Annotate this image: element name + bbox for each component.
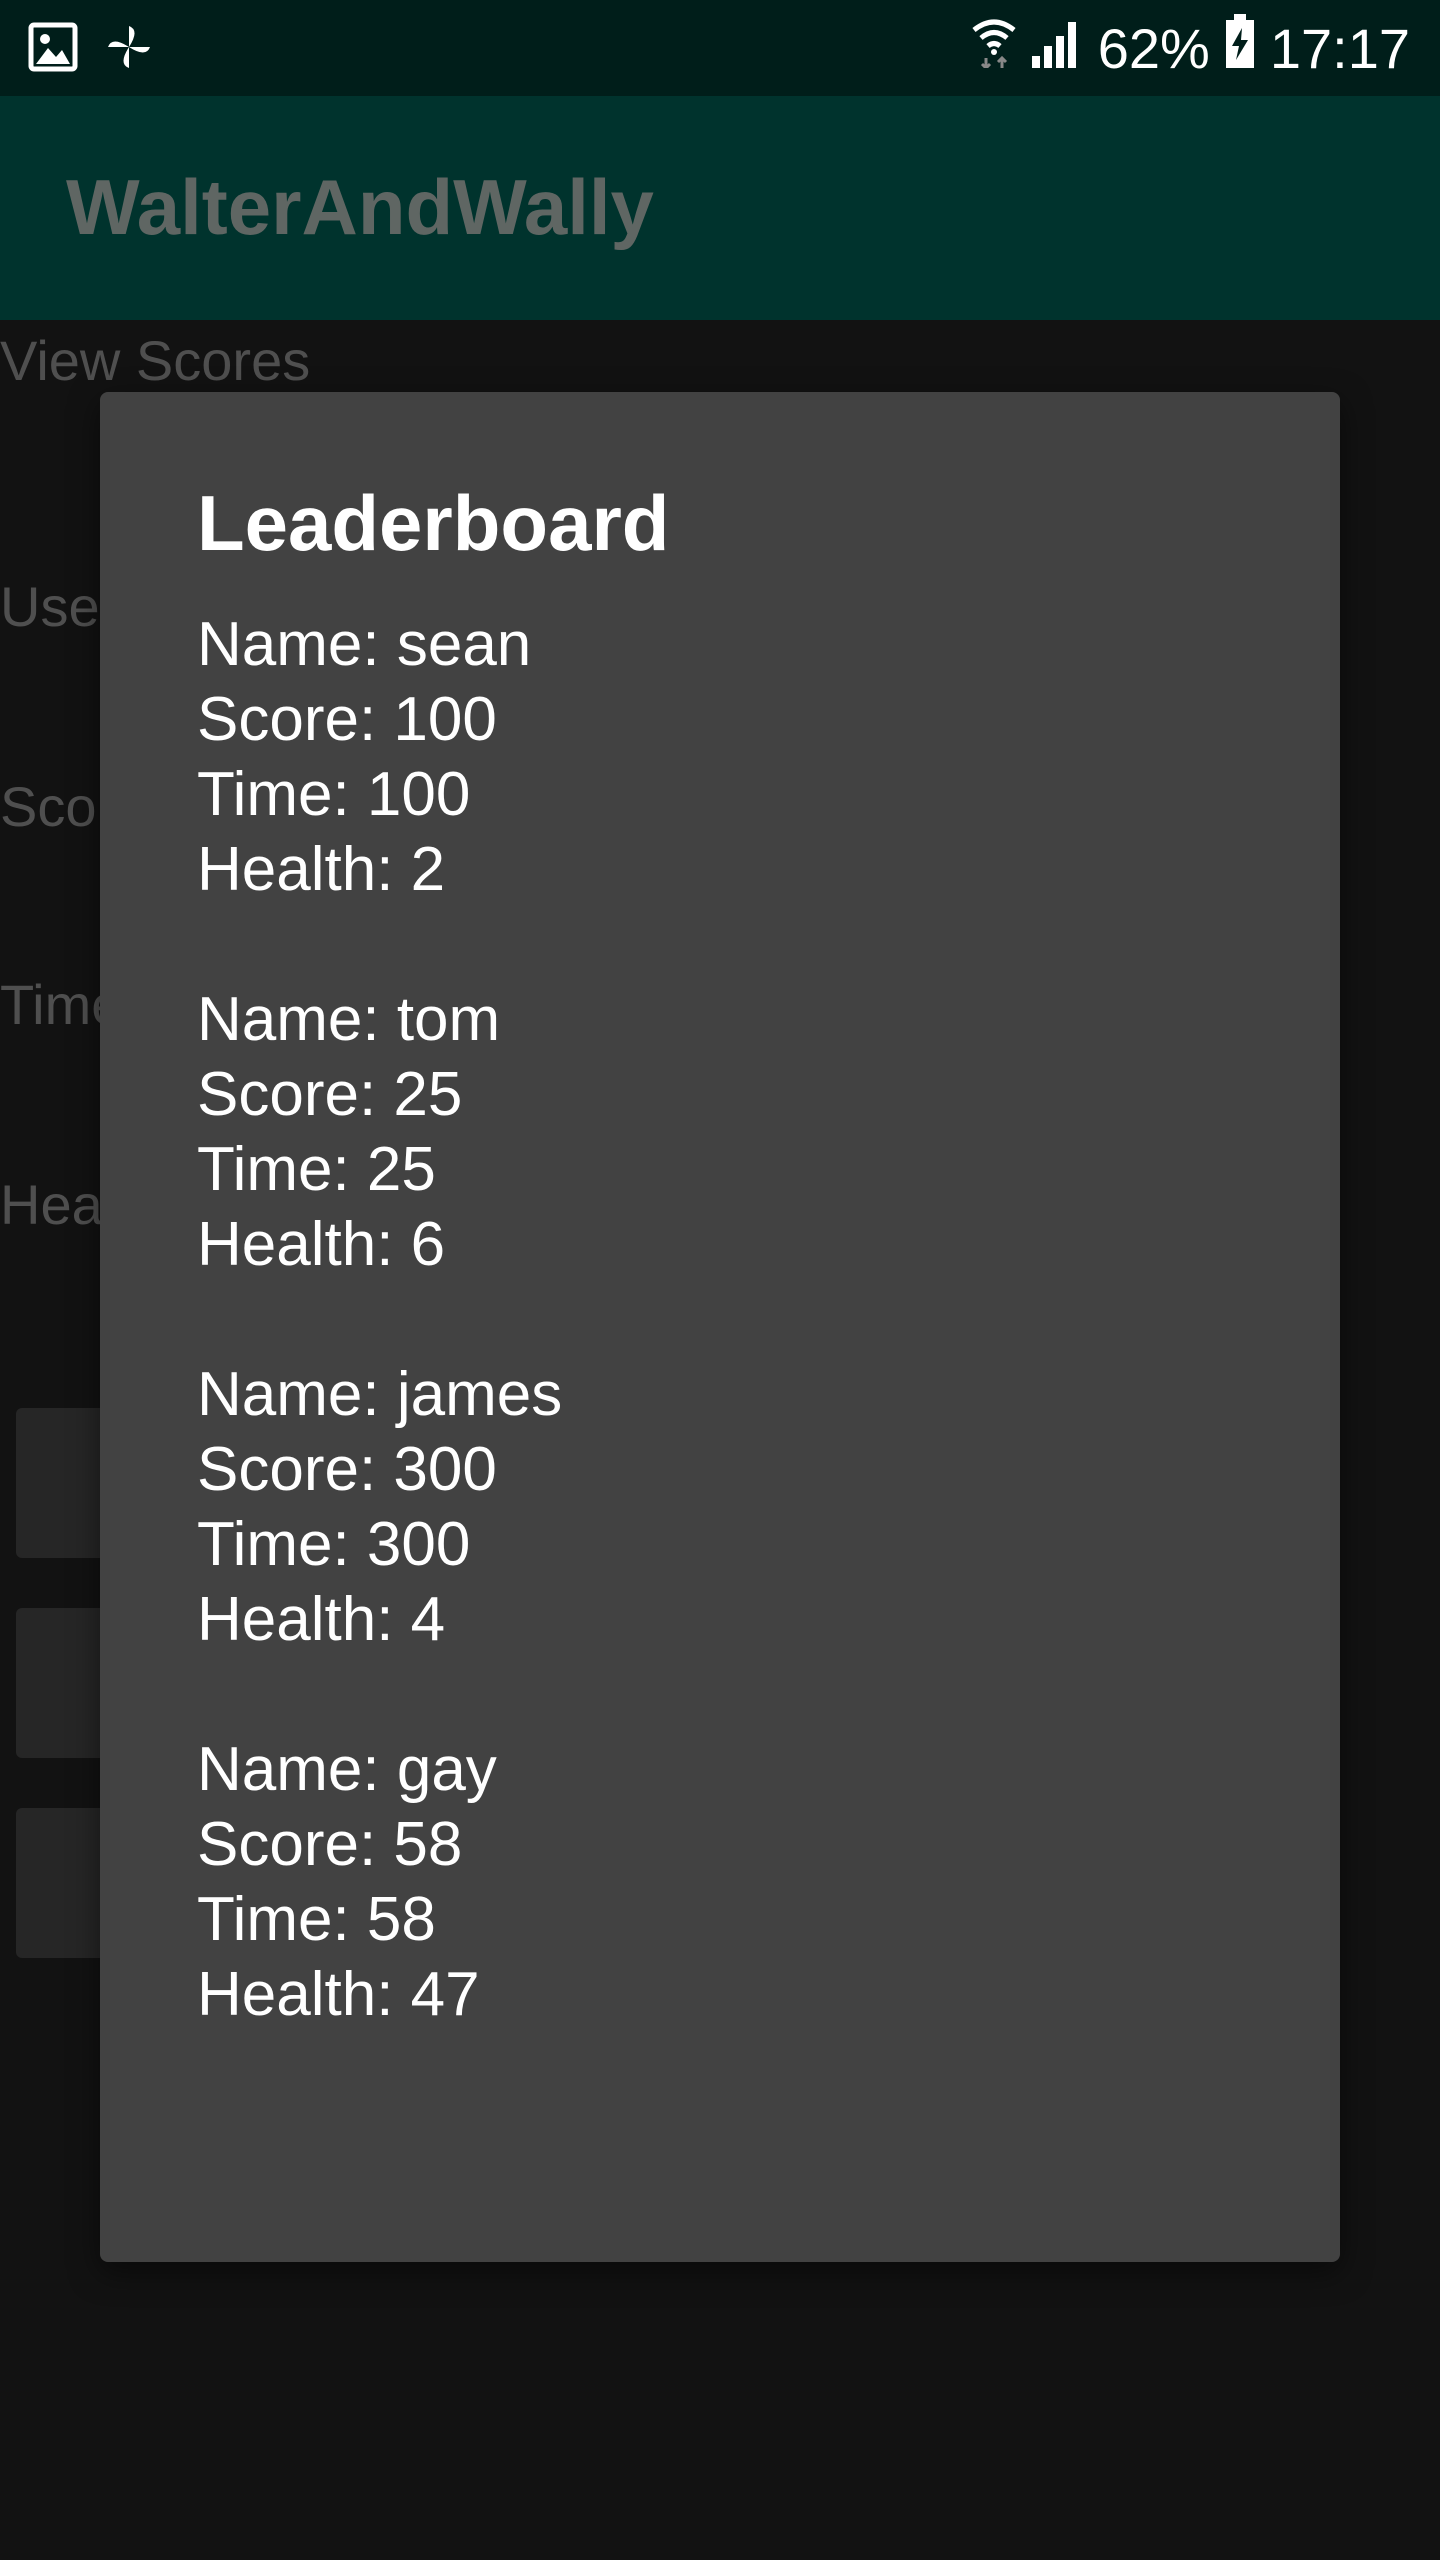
entry-name: Name: gay: [197, 1735, 497, 1804]
entry-time: Time: 58: [197, 1885, 436, 1954]
screen: 62% 17:17 WalterAndWally View Scores Use…: [0, 0, 1440, 2560]
entry-health: Health: 2: [197, 835, 446, 904]
score-label: Scor: [0, 775, 116, 838]
pinwheel-icon: [104, 22, 154, 77]
leaderboard-entry: Name: james Score: 300 Time: 300 Health:…: [197, 1357, 562, 1657]
entry-time: Time: 300: [197, 1510, 471, 1579]
app-bar: WalterAndWally: [0, 96, 1440, 320]
leaderboard-entry: Name: tom Score: 25 Time: 25 Health: 6: [197, 982, 562, 1282]
app-title: WalterAndWally: [66, 163, 654, 251]
leaderboard-list: Name: sean Score: 100 Time: 100 Health: …: [197, 607, 562, 2107]
status-left-icons: [28, 22, 154, 77]
entry-score: Score: 58: [197, 1810, 463, 1879]
battery-charging-icon: [1224, 13, 1256, 83]
leaderboard-dialog: Leaderboard Name: sean Score: 100 Time: …: [100, 392, 1340, 2262]
entry-score: Score: 100: [197, 685, 497, 754]
entry-health: Health: 6: [197, 1210, 446, 1279]
entry-score: Score: 300: [197, 1435, 497, 1504]
view-scores-label: View Scores: [0, 329, 311, 392]
entry-health: Health: 4: [197, 1585, 446, 1654]
entry-score: Score: 25: [197, 1060, 463, 1129]
clock: 17:17: [1269, 16, 1410, 80]
entry-name: Name: tom: [197, 985, 501, 1054]
status-bar: 62% 17:17: [0, 0, 1440, 96]
leaderboard-entry: Name: sean Score: 100 Time: 100 Health: …: [197, 607, 562, 907]
signal-icon: [1030, 16, 1084, 81]
dialog-title: Leaderboard: [197, 479, 670, 567]
wifi-icon: [972, 16, 1016, 81]
entry-health: Health: 47: [197, 1960, 480, 2029]
status-right: 62% 17:17: [972, 13, 1410, 83]
entry-time: Time: 100: [197, 760, 471, 829]
health-label: Hea: [0, 1173, 103, 1236]
battery-percent: 62%: [1097, 16, 1210, 80]
gallery-icon: [28, 22, 78, 77]
entry-name: Name: james: [197, 1360, 563, 1429]
entry-name: Name: sean: [197, 610, 532, 679]
entry-time: Time: 25: [197, 1135, 436, 1204]
leaderboard-entry: Name: gay Score: 58 Time: 58 Health: 47: [197, 1732, 562, 2032]
